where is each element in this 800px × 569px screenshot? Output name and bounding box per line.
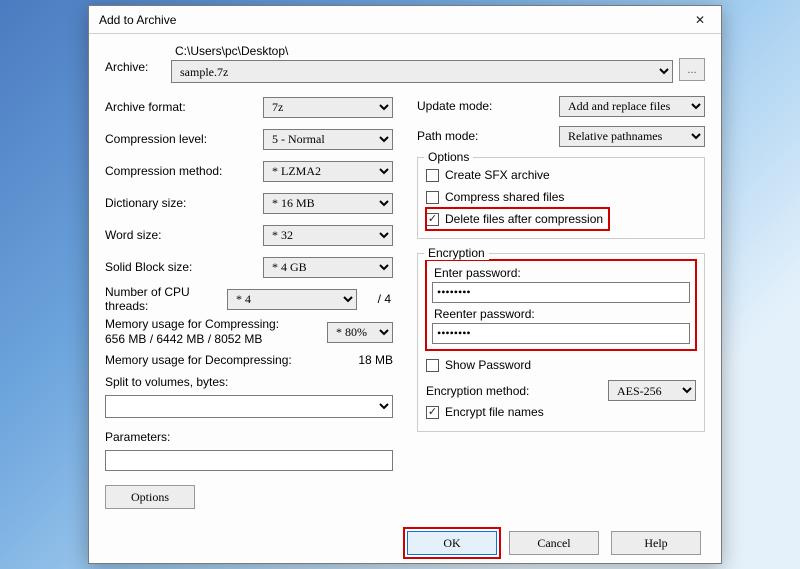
compression-method-select[interactable]: * LZMA2 <box>263 161 393 182</box>
options-group: Options Create SFX archive Compress shar… <box>417 157 705 239</box>
word-size-select[interactable]: * 32 <box>263 225 393 246</box>
mem-compress-detail: 656 MB / 6442 MB / 8052 MB <box>105 332 327 347</box>
mem-decompress-label: Memory usage for Decompressing: <box>105 353 292 367</box>
create-sfx-checkbox[interactable]: Create SFX archive <box>426 164 696 186</box>
cpu-threads-select[interactable]: * 4 <box>227 289 357 310</box>
split-volumes-label: Split to volumes, bytes: <box>105 373 393 391</box>
browse-button[interactable]: ... <box>679 58 705 81</box>
checkbox-icon <box>426 169 439 182</box>
checkbox-icon: ✓ <box>426 406 439 419</box>
word-size-label: Word size: <box>105 228 263 242</box>
window-title: Add to Archive <box>99 13 176 27</box>
encrypt-file-names-checkbox[interactable]: ✓Encrypt file names <box>426 401 696 423</box>
options-button[interactable]: Options <box>105 485 195 509</box>
show-password-checkbox[interactable]: Show Password <box>426 354 696 376</box>
compress-shared-checkbox[interactable]: Compress shared files <box>426 186 696 208</box>
path-mode-select[interactable]: Relative pathnames <box>559 126 705 147</box>
enter-password-label: Enter password: <box>434 266 690 280</box>
checkbox-icon <box>426 191 439 204</box>
encryption-method-label: Encryption method: <box>426 384 602 398</box>
reenter-password-input[interactable] <box>432 323 690 344</box>
close-button[interactable]: ✕ <box>679 6 721 34</box>
solid-block-size-select[interactable]: * 4 GB <box>263 257 393 278</box>
update-mode-label: Update mode: <box>417 99 559 113</box>
archive-format-label: Archive format: <box>105 100 263 114</box>
close-icon: ✕ <box>695 13 705 27</box>
checkbox-icon: ✓ <box>426 213 439 226</box>
encryption-group-title: Encryption <box>424 246 489 260</box>
checkbox-icon <box>426 359 439 372</box>
split-volumes-select[interactable] <box>105 395 393 418</box>
ok-button[interactable]: OK <box>407 531 497 555</box>
cpu-threads-total: / 4 <box>357 292 393 306</box>
compression-level-label: Compression level: <box>105 132 263 146</box>
path-mode-label: Path mode: <box>417 129 559 143</box>
check-icon: ✓ <box>428 407 437 418</box>
cpu-threads-label: Number of CPU threads: <box>105 285 227 313</box>
enter-password-input[interactable] <box>432 282 690 303</box>
archive-filename-select[interactable]: sample.7z <box>171 60 673 83</box>
add-to-archive-dialog: Add to Archive ✕ Archive: C:\Users\pc\De… <box>88 5 722 564</box>
titlebar: Add to Archive ✕ <box>89 6 721 34</box>
reenter-password-label: Reenter password: <box>434 307 690 321</box>
encryption-group: Encryption Enter password: Reenter passw… <box>417 253 705 432</box>
parameters-label: Parameters: <box>105 428 393 446</box>
archive-format-select[interactable]: 7z <box>263 97 393 118</box>
help-button[interactable]: Help <box>611 531 701 555</box>
mem-decompress-value: 18 MB <box>358 353 393 367</box>
solid-block-size-label: Solid Block size: <box>105 260 263 274</box>
parameters-input[interactable] <box>105 450 393 471</box>
password-box-highlight: Enter password: Reenter password: <box>426 260 696 350</box>
cancel-button[interactable]: Cancel <box>509 531 599 555</box>
mem-compress-pct-select[interactable]: * 80% <box>327 322 393 343</box>
compression-level-select[interactable]: 5 - Normal <box>263 129 393 150</box>
dictionary-size-select[interactable]: * 16 MB <box>263 193 393 214</box>
options-group-title: Options <box>424 150 473 164</box>
update-mode-select[interactable]: Add and replace files <box>559 96 705 117</box>
compression-method-label: Compression method: <box>105 164 263 178</box>
archive-label: Archive: <box>105 42 165 74</box>
encryption-method-select[interactable]: AES-256 <box>608 380 696 401</box>
delete-after-checkbox[interactable]: ✓Delete files after compression <box>426 208 609 230</box>
archive-path: C:\Users\pc\Desktop\ <box>171 42 673 60</box>
check-icon: ✓ <box>428 214 437 225</box>
mem-compress-label: Memory usage for Compressing: <box>105 317 327 332</box>
dictionary-size-label: Dictionary size: <box>105 196 263 210</box>
